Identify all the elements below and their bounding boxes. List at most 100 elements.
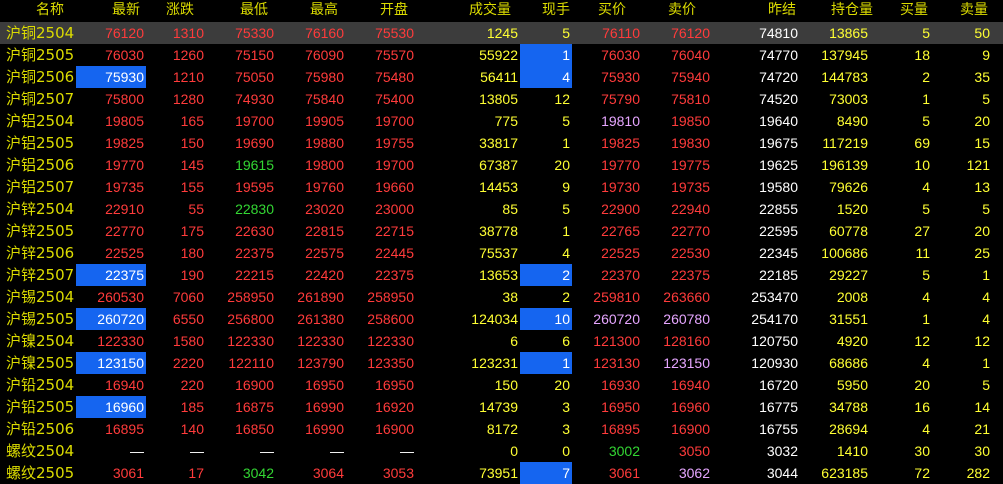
ask-cell: 16960 bbox=[671, 399, 710, 415]
low-cell: 74930 bbox=[235, 91, 274, 107]
table-row[interactable]: 螺纹2504 — — — — — 0 0 3002 3050 3032 1410 30 30 bbox=[0, 440, 1003, 462]
col-header-last[interactable]: 最新 bbox=[96, 0, 156, 20]
table-row[interactable]: 沪铜2506 75930 1210 75050 75980 75480 56411 4 7593… bbox=[0, 66, 1003, 88]
ask-cell: 76120 bbox=[671, 25, 710, 41]
open-cell: 19700 bbox=[375, 113, 414, 129]
ask-qty-cell: 5 bbox=[982, 201, 990, 217]
col-header-name[interactable]: 名称 bbox=[20, 0, 80, 20]
col-header-ask-qty[interactable]: 卖量 bbox=[944, 0, 1003, 20]
high-cell: 22575 bbox=[305, 245, 344, 261]
prev-settle-cell: 3032 bbox=[766, 443, 798, 459]
name-cell: 沪锡2504 bbox=[6, 288, 75, 306]
table-row[interactable]: 沪铅2504 16940 220 16900 16950 16950 150 20 16930 1… bbox=[0, 374, 1003, 396]
table-row[interactable]: 沪镍2504 122330 1580 122330 122330 122330 6 6 1213… bbox=[0, 330, 1003, 352]
volume-cell: 8172 bbox=[486, 421, 518, 437]
table-row[interactable]: 沪铝2504 19805 165 19700 19905 19700 775 5 19810 19… bbox=[0, 110, 1003, 132]
name-cell: 沪锌2505 bbox=[6, 222, 75, 240]
ask-cell: 76040 bbox=[671, 47, 710, 63]
volume-cell: 33817 bbox=[479, 135, 518, 151]
quote-board: 名称 最新 涨跌 最低 最高 开盘 成交量 现手 买价 卖价 昨结 持仓量 买量… bbox=[0, 0, 1003, 484]
volume-cell: 85 bbox=[502, 201, 518, 217]
ask-cell: 128160 bbox=[663, 333, 710, 349]
change-cell: 140 bbox=[180, 421, 204, 437]
current-lots-cell: 5 bbox=[562, 113, 570, 129]
ask-cell: 75940 bbox=[671, 69, 710, 85]
ask-cell: 16940 bbox=[671, 377, 710, 393]
bid-qty-cell: 5 bbox=[922, 201, 930, 217]
low-cell: 75050 bbox=[235, 69, 274, 85]
open-cell: 16920 bbox=[375, 399, 414, 415]
col-header-current-lots[interactable]: 现手 bbox=[526, 0, 586, 20]
change-cell: 155 bbox=[180, 179, 204, 195]
table-row[interactable]: 沪铜2505 76030 1260 75150 76090 75570 55922 1 7603… bbox=[0, 44, 1003, 66]
prev-settle-cell: 16755 bbox=[759, 421, 798, 437]
last-price-cell: 19825 bbox=[105, 135, 144, 151]
col-header-volume[interactable]: 成交量 bbox=[460, 0, 520, 20]
table-row[interactable]: 沪锌2504 22910 55 22830 23020 23000 85 5 22900 2294… bbox=[0, 198, 1003, 220]
col-header-bid-qty[interactable]: 买量 bbox=[884, 0, 944, 20]
table-row[interactable]: 沪铝2507 19735 155 19595 19760 19660 14453 9 19730… bbox=[0, 176, 1003, 198]
low-cell: 22630 bbox=[235, 223, 274, 239]
ask-qty-cell: 20 bbox=[974, 113, 990, 129]
last-price-cell: 22375 bbox=[76, 264, 146, 286]
high-cell: — bbox=[330, 443, 344, 459]
table-row[interactable]: 沪锌2506 22525 180 22375 22575 22445 75537 4 22525… bbox=[0, 242, 1003, 264]
col-header-high[interactable]: 最高 bbox=[294, 0, 354, 20]
open-interest-cell: 2008 bbox=[836, 289, 868, 305]
open-interest-cell: 117219 bbox=[822, 135, 868, 151]
ask-qty-cell: 4 bbox=[982, 289, 990, 305]
table-row[interactable]: 沪镍2505 123150 2220 122110 123790 123350 123231… bbox=[0, 352, 1003, 374]
table-row[interactable]: 沪锡2505 260720 6550 256800 261380 258600 124034… bbox=[0, 308, 1003, 330]
bid-cell: 19730 bbox=[601, 179, 640, 195]
current-lots-cell: 5 bbox=[562, 201, 570, 217]
last-price-cell: 16940 bbox=[105, 377, 144, 393]
table-row[interactable]: 沪锌2507 22375 190 22215 22420 22375 13653 2 22370… bbox=[0, 264, 1003, 286]
col-header-prev-settle[interactable]: 昨结 bbox=[752, 0, 812, 20]
volume-cell: 38 bbox=[502, 289, 518, 305]
change-cell: 1580 bbox=[172, 333, 204, 349]
ask-qty-cell: 12 bbox=[974, 333, 990, 349]
open-interest-cell: 4920 bbox=[836, 333, 868, 349]
table-row[interactable]: 沪铝2505 19825 150 19690 19880 19755 33817 1 19825… bbox=[0, 132, 1003, 154]
open-cell: 75530 bbox=[375, 25, 414, 41]
table-row[interactable]: 沪锡2504 260530 7060 258950 261890 258950 38 2 259… bbox=[0, 286, 1003, 308]
table-row[interactable]: 沪铜2507 75800 1280 74930 75840 75400 13805 12 757… bbox=[0, 88, 1003, 110]
table-row[interactable]: 沪铅2506 16895 140 16850 16990 16900 8172 3 16895 1… bbox=[0, 418, 1003, 440]
change-cell: 190 bbox=[180, 267, 204, 283]
open-interest-cell: 68686 bbox=[829, 355, 868, 371]
ask-qty-cell: 30 bbox=[974, 443, 990, 459]
open-interest-cell: 144783 bbox=[821, 69, 868, 85]
current-lots-cell: 1 bbox=[520, 44, 572, 66]
open-interest-cell: 1520 bbox=[836, 201, 868, 217]
low-cell: 16875 bbox=[235, 399, 274, 415]
table-row[interactable]: 沪铜2504 76120 1310 75330 76160 75530 1245 5 76110… bbox=[0, 22, 1003, 44]
col-header-open-interest[interactable]: 持仓量 bbox=[822, 0, 882, 20]
table-row[interactable]: 沪铅2505 16960 185 16875 16990 16920 14739 3 16950… bbox=[0, 396, 1003, 418]
col-header-bid[interactable]: 买价 bbox=[582, 0, 642, 20]
col-header-ask[interactable]: 卖价 bbox=[652, 0, 712, 20]
low-cell: 19700 bbox=[235, 113, 274, 129]
bid-qty-cell: 2 bbox=[922, 69, 930, 85]
volume-cell: 6 bbox=[510, 333, 518, 349]
current-lots-cell: 3 bbox=[562, 421, 570, 437]
name-cell: 沪铝2507 bbox=[6, 178, 75, 196]
col-header-change[interactable]: 涨跌 bbox=[150, 0, 210, 20]
volume-cell: 14453 bbox=[479, 179, 518, 195]
high-cell: 261380 bbox=[297, 311, 344, 327]
high-cell: 19800 bbox=[305, 157, 344, 173]
col-header-open[interactable]: 开盘 bbox=[364, 0, 424, 20]
open-cell: 19700 bbox=[375, 157, 414, 173]
current-lots-cell: 2 bbox=[520, 264, 572, 286]
ask-qty-cell: 121 bbox=[966, 157, 990, 173]
current-lots-cell: 4 bbox=[562, 245, 570, 261]
current-lots-cell: 4 bbox=[520, 66, 572, 88]
name-cell: 沪锌2507 bbox=[6, 266, 75, 284]
table-row[interactable]: 沪铝2506 19770 145 19615 19800 19700 67387 20 1977… bbox=[0, 154, 1003, 176]
current-lots-cell: 12 bbox=[554, 91, 570, 107]
high-cell: 16990 bbox=[305, 399, 344, 415]
open-interest-cell: 13865 bbox=[829, 25, 868, 41]
table-row[interactable]: 沪锌2505 22770 175 22630 22815 22715 38778 1 22765… bbox=[0, 220, 1003, 242]
col-header-low[interactable]: 最低 bbox=[224, 0, 284, 20]
low-cell: 19615 bbox=[235, 157, 274, 173]
low-cell: 19690 bbox=[235, 135, 274, 151]
